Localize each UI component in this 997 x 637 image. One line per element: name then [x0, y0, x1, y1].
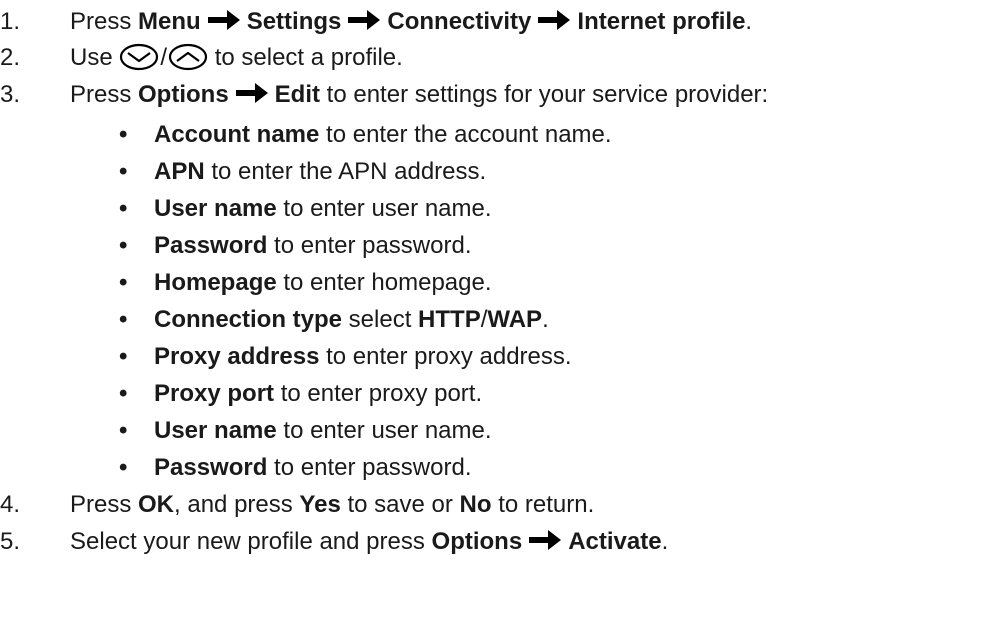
- text-run: .: [745, 8, 753, 35]
- text-run: to enter homepage.: [276, 269, 492, 296]
- text-run: Use: [70, 44, 120, 71]
- bullet-dot: •: [119, 306, 128, 333]
- text-run: to return.: [491, 491, 595, 518]
- bullet-dot: •: [119, 343, 128, 370]
- bold-term: Options: [138, 81, 229, 108]
- bold-term: User name: [154, 195, 277, 222]
- text-run: to enter user name.: [276, 195, 492, 222]
- right-arrow-icon: [529, 530, 562, 550]
- right-arrow-icon: [235, 83, 268, 103]
- text-run: .: [661, 528, 669, 555]
- bold-term: Proxy port: [154, 380, 275, 407]
- right-arrow-icon: [207, 10, 240, 30]
- bullet-text: Homepage to enter homepage.: [154, 265, 492, 301]
- bold-term: Activate: [568, 528, 662, 555]
- bold-term: OK: [138, 491, 175, 518]
- bold-term: User name: [154, 417, 277, 444]
- step-number: 5.: [0, 528, 21, 555]
- step-text: Select your new profile and press Option…: [70, 524, 668, 560]
- text-run: to enter the APN address.: [204, 158, 487, 185]
- bold-term: WAP: [487, 306, 543, 333]
- text-run: Press: [70, 491, 139, 518]
- bullet-dot: •: [119, 380, 128, 407]
- step-number: 2.: [0, 44, 21, 71]
- bullet-dot: •: [119, 158, 128, 185]
- bold-term: Edit: [274, 81, 320, 108]
- text-run: Press: [70, 81, 139, 108]
- bold-term: Yes: [299, 491, 341, 518]
- bullet-dot: •: [119, 417, 128, 444]
- bold-term: Account name: [154, 121, 320, 148]
- bullet-text: User name to enter user name.: [154, 413, 492, 449]
- nav-up-key-icon: [168, 43, 208, 71]
- bullet-dot: •: [119, 195, 128, 222]
- bold-term: Menu: [138, 8, 201, 35]
- right-arrow-icon: [538, 10, 571, 30]
- text-run: to enter the account name.: [319, 121, 612, 148]
- text-run: to enter proxy port.: [274, 380, 483, 407]
- bold-term: No: [459, 491, 492, 518]
- text-run: to enter user name.: [276, 417, 492, 444]
- text-run: Press: [70, 8, 139, 35]
- text-run: /: [160, 44, 168, 71]
- bold-term: Connection type: [154, 306, 343, 333]
- bold-term: Connectivity: [387, 8, 532, 35]
- bullet-text: Account name to enter the account name.: [154, 117, 612, 153]
- text-run: to enter settings for your service provi…: [320, 81, 769, 108]
- text-run: to save or: [340, 491, 460, 518]
- step-text: Press OK, and press Yes to save or No to…: [70, 487, 594, 523]
- bold-term: Settings: [246, 8, 342, 35]
- text-run: to enter password.: [267, 232, 472, 259]
- bold-term: Internet profile: [577, 8, 746, 35]
- right-arrow-icon: [348, 10, 381, 30]
- bold-term: HTTP: [418, 306, 481, 333]
- bold-term: APN: [154, 158, 205, 185]
- text-run: .: [542, 306, 549, 333]
- text-run: Select your new profile and press: [70, 528, 432, 555]
- text-run: to enter proxy address.: [319, 343, 572, 370]
- step-text: Press Menu Settings Connectivity Internet p…: [70, 4, 752, 40]
- bullet-dot: •: [119, 454, 128, 481]
- text-run: to enter password.: [267, 454, 472, 481]
- step-text: Use / to select a profile.: [70, 40, 403, 76]
- bullet-text: Proxy address to enter proxy address.: [154, 339, 572, 375]
- bullet-text: User name to enter user name.: [154, 191, 492, 227]
- step-number: 3.: [0, 81, 21, 108]
- step-text: Press Options Edit to enter settings for …: [70, 77, 768, 113]
- bullet-dot: •: [119, 269, 128, 296]
- bullet-text: Proxy port to enter proxy port.: [154, 376, 482, 412]
- bold-term: Proxy address: [154, 343, 320, 370]
- text-run: to select a profile.: [208, 44, 403, 71]
- bold-term: Password: [154, 454, 268, 481]
- step-number: 4.: [0, 491, 21, 518]
- bold-term: Homepage: [154, 269, 277, 296]
- bullet-text: Password to enter password.: [154, 450, 472, 486]
- bullet-text: Connection type select HTTP/WAP.: [154, 302, 549, 338]
- text-run: select: [342, 306, 419, 333]
- nav-down-key-icon: [120, 43, 159, 71]
- text-run: , and press: [174, 491, 300, 518]
- bullet-text: APN to enter the APN address.: [154, 154, 486, 190]
- bold-term: Password: [154, 232, 268, 259]
- bullet-dot: •: [119, 232, 128, 259]
- instructions-document: 1. Press Menu Settings Connectivity Interne…: [0, 0, 997, 637]
- bullet-text: Password to enter password.: [154, 228, 472, 264]
- bold-term: Options: [431, 528, 523, 555]
- step-number: 1.: [0, 8, 21, 35]
- bullet-dot: •: [119, 121, 128, 148]
